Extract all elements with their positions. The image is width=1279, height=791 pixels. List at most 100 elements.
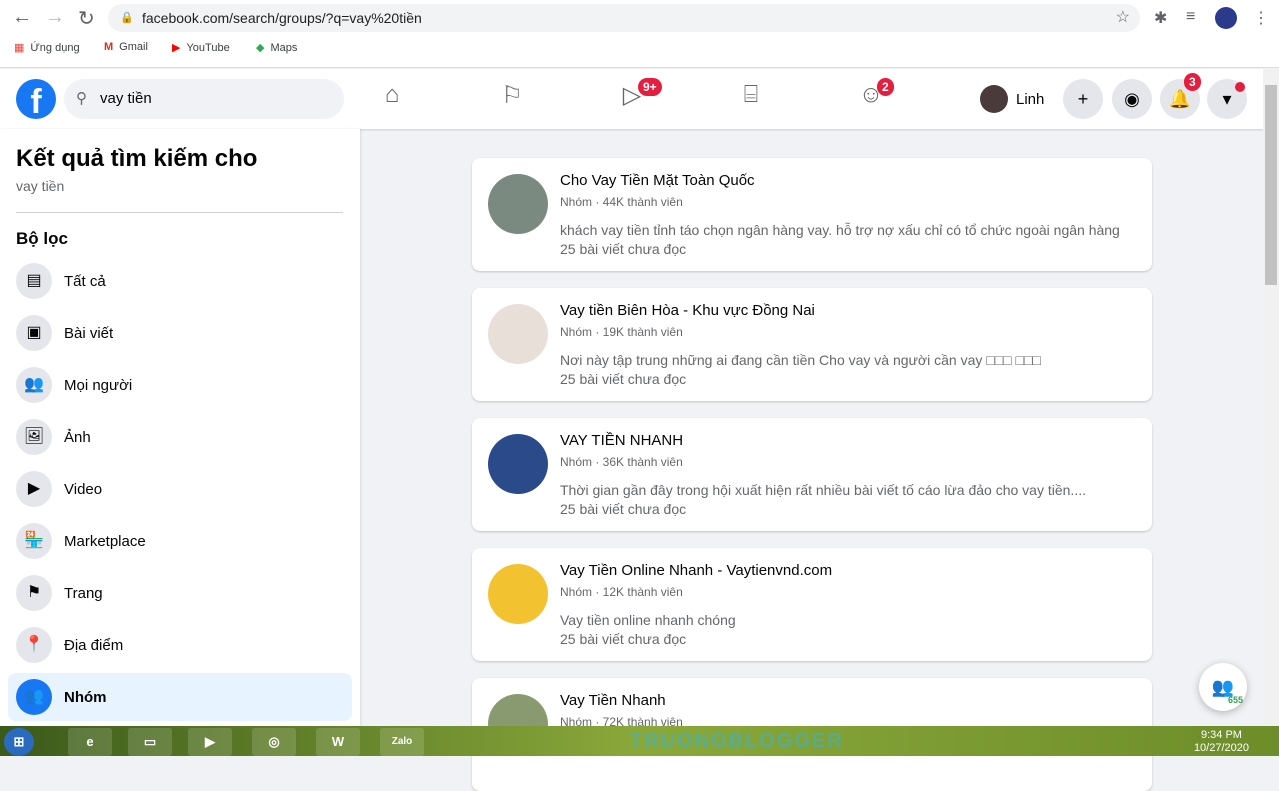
facebook-logo[interactable]: f (16, 79, 56, 119)
unread-posts: 25 bài viết chưa đọc (560, 371, 687, 387)
zalo-icon[interactable]: Zalo (380, 728, 424, 756)
word-icon[interactable]: W (316, 728, 360, 756)
filter-item[interactable]: 🖼 Ảnh (8, 413, 352, 461)
extensions-icon[interactable]: ✱ (1154, 8, 1167, 28)
group-result-card[interactable]: Cho Vay Tiền Mặt Toàn Quốc Nhóm · 44K th… (472, 158, 1152, 271)
filter-label: Ảnh (64, 428, 91, 446)
group-meta: Nhóm · 44K thành viên (560, 195, 683, 209)
page-title: Kết quả tìm kiếm cho (16, 145, 258, 172)
back-icon[interactable]: ← (12, 6, 32, 29)
menu-icon[interactable]: ⋮ (1253, 8, 1269, 28)
filter-icon: ⚑ (16, 575, 52, 611)
reload-icon[interactable]: ↻ (78, 6, 95, 31)
filter-item[interactable]: 🏪 Marketplace (8, 517, 352, 565)
filter-label: Video (64, 480, 103, 498)
clock[interactable]: 9:34 PM 10/27/2020 (1194, 729, 1249, 755)
group-description: Thời gian gần đây trong hội xuất hiện rấ… (560, 482, 1086, 498)
groups-icon[interactable]: ☺ 2 (851, 78, 894, 117)
watermark: TRUONGBLOGGER (630, 730, 844, 752)
maps-icon: ◆ (256, 42, 265, 54)
group-avatar[interactable] (488, 174, 548, 234)
contacts-button[interactable]: 👥 655 (1199, 663, 1247, 711)
filter-item[interactable]: 👥 Mọi người (8, 361, 352, 409)
media-player-icon[interactable]: ▶ (188, 728, 232, 756)
profile-link[interactable]: Linh (980, 85, 1044, 113)
marketplace-icon[interactable]: ⌸ (731, 81, 771, 117)
filter-label: Địa điểm (64, 636, 124, 654)
filter-label: Marketplace (64, 532, 146, 550)
forward-icon[interactable]: → (45, 6, 65, 29)
filter-icon: 🏪 (16, 523, 52, 559)
avatar (980, 85, 1008, 113)
filter-item[interactable]: ⚑ Trang (8, 569, 352, 617)
group-title[interactable]: Cho Vay Tiền Mặt Toàn Quốc (560, 172, 755, 189)
explorer-icon[interactable]: ▭ (128, 728, 172, 756)
group-description: Vay tiền online nhanh chóng (560, 612, 736, 628)
home-icon[interactable]: ⌂ (372, 81, 412, 117)
notifications-icon[interactable]: 🔔 3 (1160, 73, 1201, 119)
gmail-icon: M (104, 41, 114, 53)
group-title[interactable]: Vay Tiền Nhanh (560, 692, 666, 709)
scrollbar-thumb[interactable] (1265, 85, 1277, 285)
youtube-icon: ▶ (172, 42, 181, 54)
group-avatar[interactable] (488, 304, 548, 364)
group-avatar[interactable] (488, 434, 548, 494)
group-meta: Nhóm · 36K thành viên (560, 455, 683, 469)
filter-label: Nhóm (64, 688, 107, 706)
group-meta: Nhóm · 12K thành viên (560, 585, 683, 599)
search-input[interactable]: ⚲ vay tiền (64, 79, 344, 119)
group-title[interactable]: VAY TIỀN NHANH (560, 432, 683, 449)
search-icon: ⚲ (76, 90, 87, 107)
divider (16, 212, 343, 213)
pages-flag-icon[interactable]: ⚐ (492, 81, 532, 117)
group-description: Nơi này tập trung những ai đang cần tiền… (560, 352, 1041, 368)
apps-icon: ▦ (14, 42, 25, 54)
filter-item[interactable]: ▤ Tất cả (8, 257, 352, 305)
create-button[interactable]: + (1063, 79, 1103, 119)
filter-icon: ▣ (16, 315, 52, 351)
filter-item[interactable]: ▶ Video (8, 465, 352, 513)
messenger-icon[interactable]: ◉ (1112, 79, 1152, 119)
group-avatar[interactable] (488, 564, 548, 624)
ie-icon[interactable]: e (68, 728, 112, 756)
filter-item[interactable]: 📍 Địa điểm (8, 621, 352, 669)
star-icon[interactable]: ☆ (1116, 4, 1130, 32)
filter-icon: 👥 (16, 367, 52, 403)
profile-avatar[interactable] (1215, 7, 1237, 29)
account-menu-icon[interactable]: ▾ (1207, 79, 1247, 119)
filter-item[interactable]: ▣ Bài viết (8, 309, 352, 357)
bookmark-maps[interactable]: ◆ Maps (256, 41, 297, 55)
start-button[interactable]: ⊞ (4, 728, 34, 756)
address-bar[interactable]: 🔒 facebook.com/search/groups/?q=vay%20tiề… (108, 4, 1140, 32)
browser-chrome: ← → ↻ 🔒 facebook.com/search/groups/?q=vay… (0, 0, 1279, 68)
filter-heading: Bộ lọc (16, 229, 68, 248)
filter-label: Mọi người (64, 376, 133, 394)
filter-icon: 📍 (16, 627, 52, 663)
bookmark-youtube[interactable]: ▶ YouTube (172, 41, 230, 55)
group-title[interactable]: Vay tiền Biên Hòa - Khu vực Đồng Nai (560, 302, 815, 319)
filter-label: Bài viết (64, 324, 114, 342)
scrollbar[interactable] (1263, 69, 1279, 726)
group-meta: Nhóm · 19K thành viên (560, 325, 683, 339)
group-result-card[interactable]: Vay tiền Biên Hòa - Khu vực Đồng Nai Nhó… (472, 288, 1152, 401)
group-result-card[interactable]: Vay Tiền Online Nhanh - Vaytienvnd.com N… (472, 548, 1152, 661)
unread-posts: 25 bài viết chưa đọc (560, 501, 687, 517)
filter-label: Tất cả (64, 272, 106, 290)
unread-posts: 25 bài viết chưa đọc (560, 631, 687, 647)
chrome-icon[interactable]: ◎ (252, 728, 296, 756)
filter-icon: 🖼 (16, 419, 52, 455)
filter-icon: ▤ (16, 263, 52, 299)
media-icon[interactable]: ≡ (1186, 8, 1195, 26)
watch-icon[interactable]: ▷ 9+ (612, 78, 662, 117)
filter-icon: 👥 (16, 679, 52, 715)
facebook-header: f ⚲ vay tiền ⌂ ⚐ ▷ 9+ ⌸ ☺ 2 Linh + ◉ 🔔 3 ▾ (0, 69, 1263, 129)
taskbar: ⊞ e ▭ ▶ ◎ W Zalo TRUONGBLOGGER 9:34 PM 10… (0, 726, 1279, 756)
bookmark-gmail[interactable]: M Gmail (104, 41, 148, 53)
group-title[interactable]: Vay Tiền Online Nhanh - Vaytienvnd.com (560, 562, 832, 579)
filter-item[interactable]: 👥 Nhóm (8, 673, 352, 721)
group-description: khách vay tiền tỉnh táo chọn ngân hàng v… (560, 222, 1120, 238)
filter-icon: ▶ (16, 471, 52, 507)
unread-posts: 25 bài viết chưa đọc (560, 241, 687, 257)
bookmark-apps[interactable]: ▦ Ứng dụng (14, 41, 80, 55)
group-result-card[interactable]: VAY TIỀN NHANH Nhóm · 36K thành viên Thờ… (472, 418, 1152, 531)
